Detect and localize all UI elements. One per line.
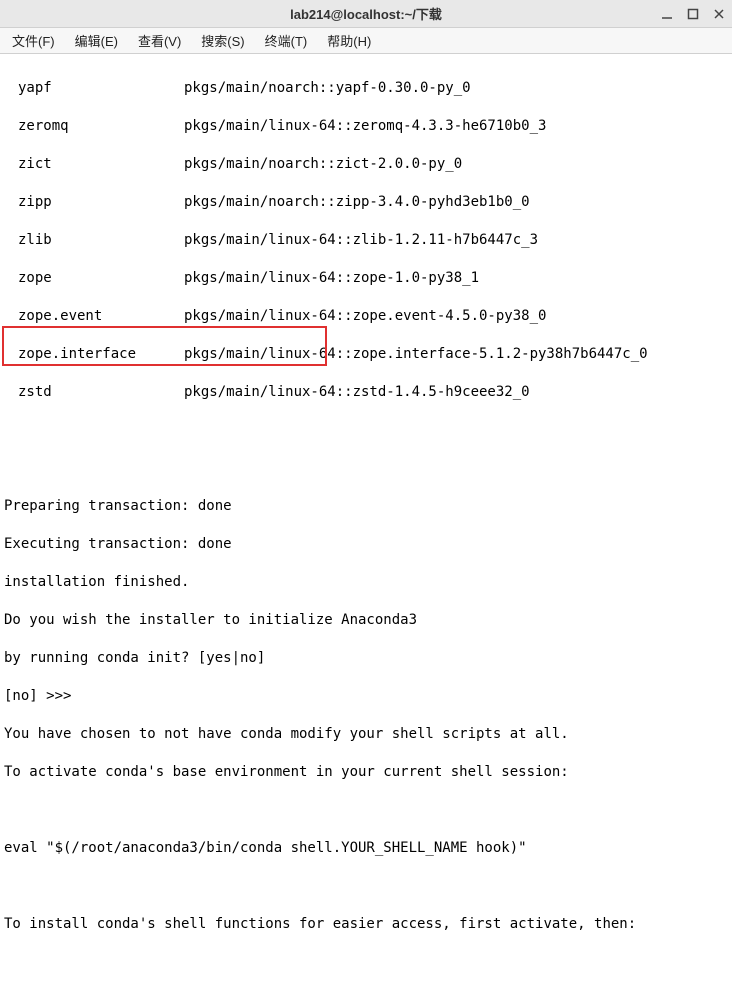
package-spec: pkgs/main/noarch::yapf-0.30.0-py_0 [184, 80, 471, 96]
window-controls [660, 7, 726, 21]
package-name: zope.event [4, 307, 184, 326]
menu-terminal[interactable]: 终端(T) [259, 29, 314, 52]
package-name: zstd [4, 383, 184, 402]
package-row: zipppkgs/main/noarch::zipp-3.4.0-pyhd3eb… [4, 193, 728, 212]
input-prompt[interactable]: [no] >>> [4, 687, 728, 706]
package-name: zipp [4, 193, 184, 212]
prompt-line: Do you wish the installer to initialize … [4, 611, 728, 630]
prompt-line: by running conda init? [yes|no] [4, 649, 728, 668]
menu-help[interactable]: 帮助(H) [321, 29, 377, 52]
menu-view[interactable]: 查看(V) [132, 29, 187, 52]
package-spec: pkgs/main/linux-64::zope.interface-5.1.2… [184, 346, 648, 362]
terminal-output[interactable]: yapfpkgs/main/noarch::yapf-0.30.0-py_0 z… [0, 54, 732, 995]
package-name: yapf [4, 79, 184, 98]
package-spec: pkgs/main/linux-64::zeromq-4.3.3-he6710b… [184, 118, 546, 134]
package-name: zope [4, 269, 184, 288]
maximize-icon[interactable] [686, 7, 700, 21]
package-name: zope.interface [4, 345, 184, 364]
eval-command: eval "$(/root/anaconda3/bin/conda shell.… [4, 839, 728, 858]
package-spec: pkgs/main/noarch::zict-2.0.0-py_0 [184, 156, 462, 172]
package-spec: pkgs/main/linux-64::zope.event-4.5.0-py3… [184, 308, 546, 324]
menu-search[interactable]: 搜索(S) [195, 29, 250, 52]
minimize-icon[interactable] [660, 7, 674, 21]
status-line: Preparing transaction: done [4, 497, 728, 516]
package-name: zict [4, 155, 184, 174]
package-row: zope.eventpkgs/main/linux-64::zope.event… [4, 307, 728, 326]
package-spec: pkgs/main/noarch::zipp-3.4.0-pyhd3eb1b0_… [184, 194, 530, 210]
package-row: zstdpkgs/main/linux-64::zstd-1.4.5-h9cee… [4, 383, 728, 402]
package-row: zope.interfacepkgs/main/linux-64::zope.i… [4, 345, 728, 364]
package-row: zopepkgs/main/linux-64::zope-1.0-py38_1 [4, 269, 728, 288]
status-line: Executing transaction: done [4, 535, 728, 554]
package-spec: pkgs/main/linux-64::zstd-1.4.5-h9ceee32_… [184, 384, 530, 400]
info-line: To install conda's shell functions for e… [4, 915, 728, 934]
package-row: zeromqpkgs/main/linux-64::zeromq-4.3.3-h… [4, 117, 728, 136]
package-spec: pkgs/main/linux-64::zope-1.0-py38_1 [184, 270, 479, 286]
status-line: installation finished. [4, 573, 728, 592]
menu-file[interactable]: 文件(F) [6, 29, 61, 52]
titlebar: lab214@localhost:~/下载 [0, 0, 732, 28]
info-line: You have chosen to not have conda modify… [4, 725, 728, 744]
window-title: lab214@localhost:~/下载 [0, 4, 732, 23]
package-spec: pkgs/main/linux-64::zlib-1.2.11-h7b6447c… [184, 232, 538, 248]
package-row: zlibpkgs/main/linux-64::zlib-1.2.11-h7b6… [4, 231, 728, 250]
close-icon[interactable] [712, 7, 726, 21]
package-row: yapfpkgs/main/noarch::yapf-0.30.0-py_0 [4, 79, 728, 98]
menubar: 文件(F) 编辑(E) 查看(V) 搜索(S) 终端(T) 帮助(H) [0, 28, 732, 54]
info-line: To activate conda's base environment in … [4, 763, 728, 782]
package-row: zictpkgs/main/noarch::zict-2.0.0-py_0 [4, 155, 728, 174]
package-name: zeromq [4, 117, 184, 136]
menu-edit[interactable]: 编辑(E) [69, 29, 124, 52]
package-name: zlib [4, 231, 184, 250]
